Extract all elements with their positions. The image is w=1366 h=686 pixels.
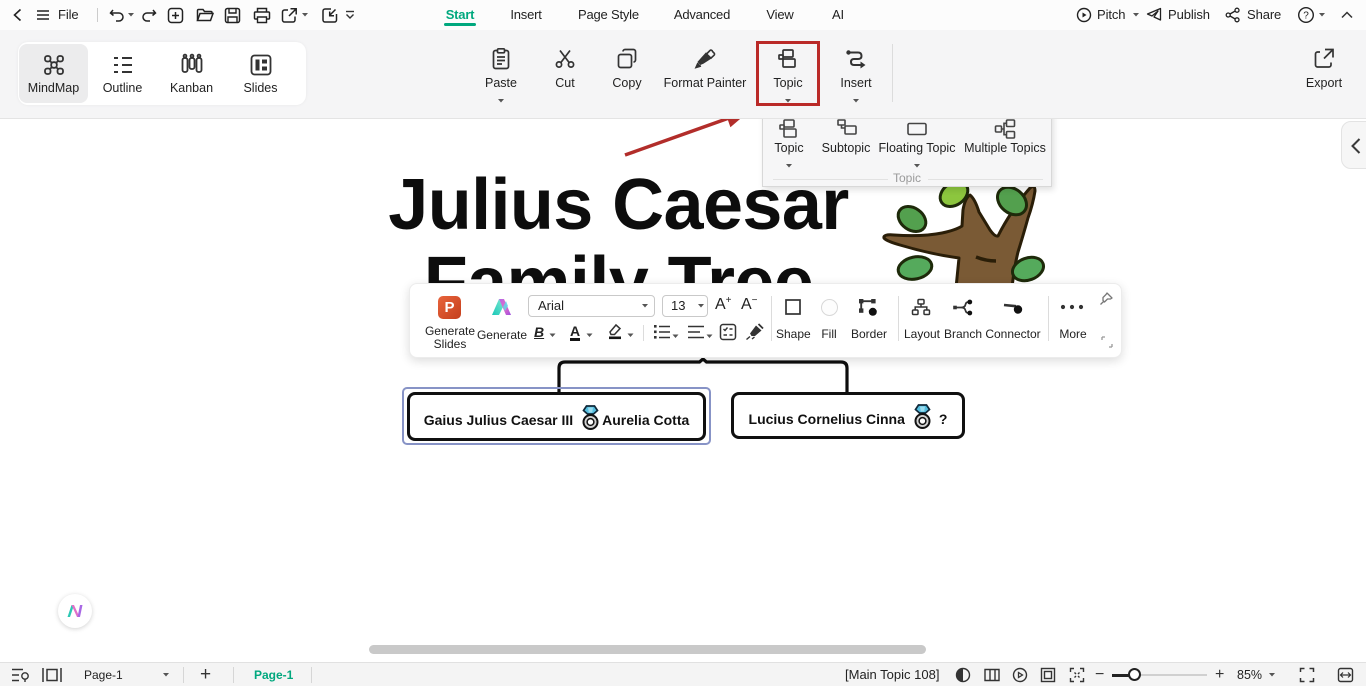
svg-text:?: ? [1303, 11, 1309, 22]
